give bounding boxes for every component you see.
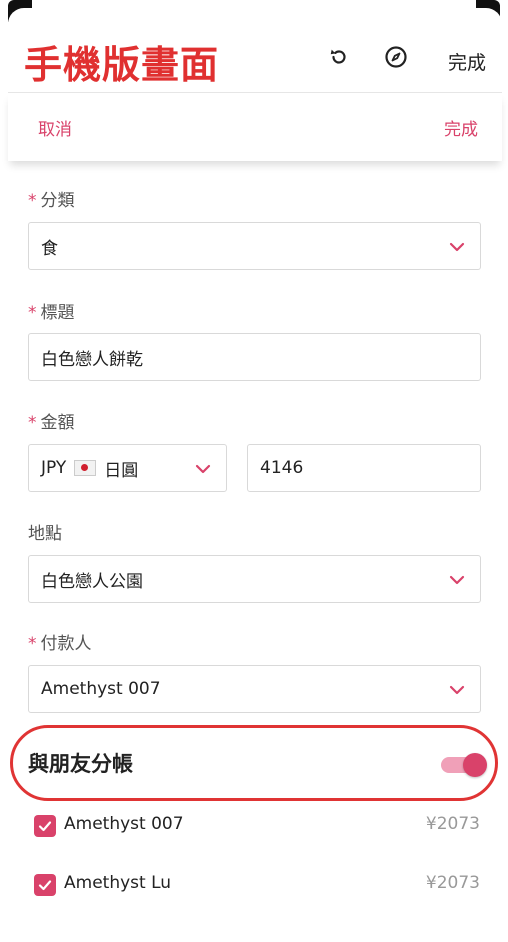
title-label-text: 標題 (40, 303, 75, 323)
payer-select[interactable]: Amethyst 007 (28, 665, 481, 713)
currency-select[interactable]: JPY 日圓 (28, 444, 227, 492)
compass-icon[interactable] (383, 44, 409, 70)
chevron-down-icon (195, 464, 211, 474)
location-select[interactable]: 白色戀人公園 (28, 555, 481, 603)
required-mark: * (28, 191, 37, 211)
required-mark: * (28, 634, 37, 654)
amount-label-text: 金額 (40, 413, 75, 433)
check-icon (38, 821, 52, 832)
cancel-button[interactable]: 取消 (38, 115, 72, 140)
amount-label: * 金額 (28, 408, 75, 433)
amount-input[interactable]: 4146 (247, 444, 481, 492)
chevron-down-icon (449, 242, 465, 252)
category-value: 食 (41, 238, 58, 259)
amount-value: 4146 (260, 458, 304, 478)
member-row: Amethyst Lu ¥2073 (34, 871, 484, 899)
chevron-down-icon (449, 575, 465, 585)
member-row: Amethyst 007 ¥2073 (34, 812, 484, 840)
title-value: 白色戀人餅乾 (41, 349, 143, 370)
member-name: Amethyst Lu (64, 873, 172, 893)
toggle-knob (463, 753, 487, 777)
action-bar: 取消 完成 (8, 93, 502, 161)
location-value: 白色戀人公園 (41, 571, 143, 592)
category-label: * 分類 (28, 186, 75, 211)
member-checkbox[interactable] (34, 815, 56, 837)
refresh-icon[interactable] (326, 44, 352, 70)
payer-label-text: 付款人 (40, 634, 92, 654)
location-label: 地點 (28, 519, 62, 544)
payer-value: Amethyst 007 (41, 679, 161, 699)
member-amount: ¥2073 (425, 873, 480, 893)
title-label: * 標題 (28, 298, 75, 323)
title-input[interactable]: 白色戀人餅乾 (28, 333, 481, 381)
split-label: 與朋友分帳 (28, 752, 133, 776)
japan-flag-icon (74, 460, 97, 476)
screen-title: 手機版畫面 (24, 43, 220, 87)
member-amount: ¥2073 (425, 814, 480, 834)
category-label-text: 分類 (40, 191, 75, 211)
required-mark: * (28, 413, 37, 433)
top-bar: 手機版畫面 完成 (8, 8, 502, 93)
split-toggle[interactable] (441, 753, 487, 777)
member-name: Amethyst 007 (64, 814, 184, 834)
payer-label: * 付款人 (28, 629, 92, 654)
currency-code: JPY (41, 458, 67, 478)
location-label-text: 地點 (28, 524, 62, 544)
done-button[interactable]: 完成 (444, 115, 478, 140)
check-icon (38, 880, 52, 891)
category-select[interactable]: 食 (28, 222, 481, 270)
required-mark: * (28, 303, 37, 323)
topbar-done-button[interactable]: 完成 (448, 48, 486, 75)
member-checkbox[interactable] (34, 874, 56, 896)
chevron-down-icon (449, 685, 465, 695)
currency-name: 日圓 (104, 460, 139, 481)
